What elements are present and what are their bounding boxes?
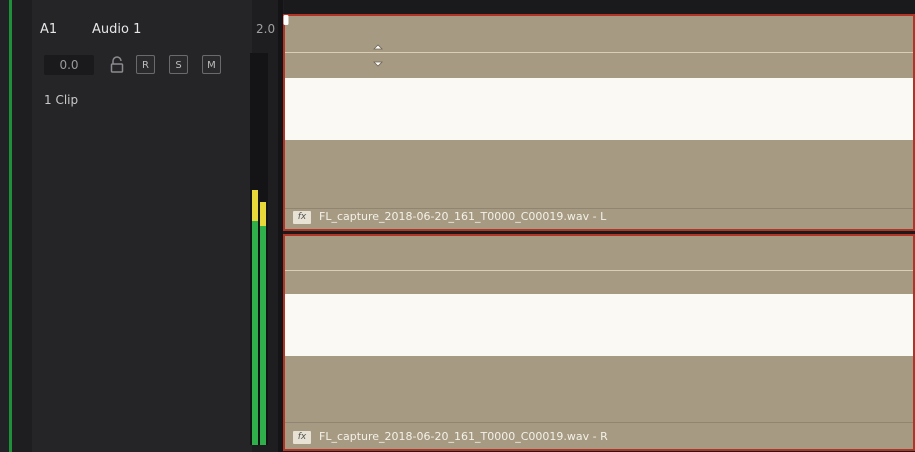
clip-count: 1 Clip [44, 93, 79, 107]
track-name[interactable]: Audio 1 [92, 22, 141, 37]
audio-meter [250, 53, 268, 445]
mute-button[interactable]: M [202, 55, 221, 74]
record-arm-button[interactable]: R [136, 55, 155, 74]
clip-name-separator [285, 422, 913, 423]
track-channel-format: 2.0 [256, 22, 276, 36]
waveform [285, 78, 913, 140]
solo-button[interactable]: S [169, 55, 188, 74]
track-color-strip [0, 0, 12, 452]
clip-name: FL_capture_2018-06-20_161_T0000_C00019.w… [319, 210, 607, 223]
lock-icon[interactable] [110, 56, 124, 74]
fx-icon[interactable]: fx [293, 431, 311, 444]
chevron-up-icon[interactable] [373, 36, 383, 50]
audio-meter-left [252, 190, 258, 445]
playhead-icon[interactable] [283, 12, 289, 25]
track-id: A1 [40, 22, 58, 37]
clip-name-bar: fx FL_capture_2018-06-20_161_T0000_C0001… [285, 207, 913, 229]
track-volume-field[interactable]: 0.0 [44, 55, 94, 75]
clip-name: FL_capture_2018-06-20_161_T0000_C00019.w… [319, 430, 608, 443]
clip-name-bar: fx FL_capture_2018-06-20_161_T0000_C0001… [285, 427, 913, 449]
fx-icon[interactable]: fx [293, 211, 311, 224]
waveform [285, 294, 913, 356]
chevron-down-icon[interactable] [373, 53, 383, 67]
volume-line[interactable] [285, 270, 913, 271]
audio-clip-right[interactable]: fx FL_capture_2018-06-20_161_T0000_C0001… [283, 234, 915, 451]
audio-meter-right [260, 202, 266, 445]
